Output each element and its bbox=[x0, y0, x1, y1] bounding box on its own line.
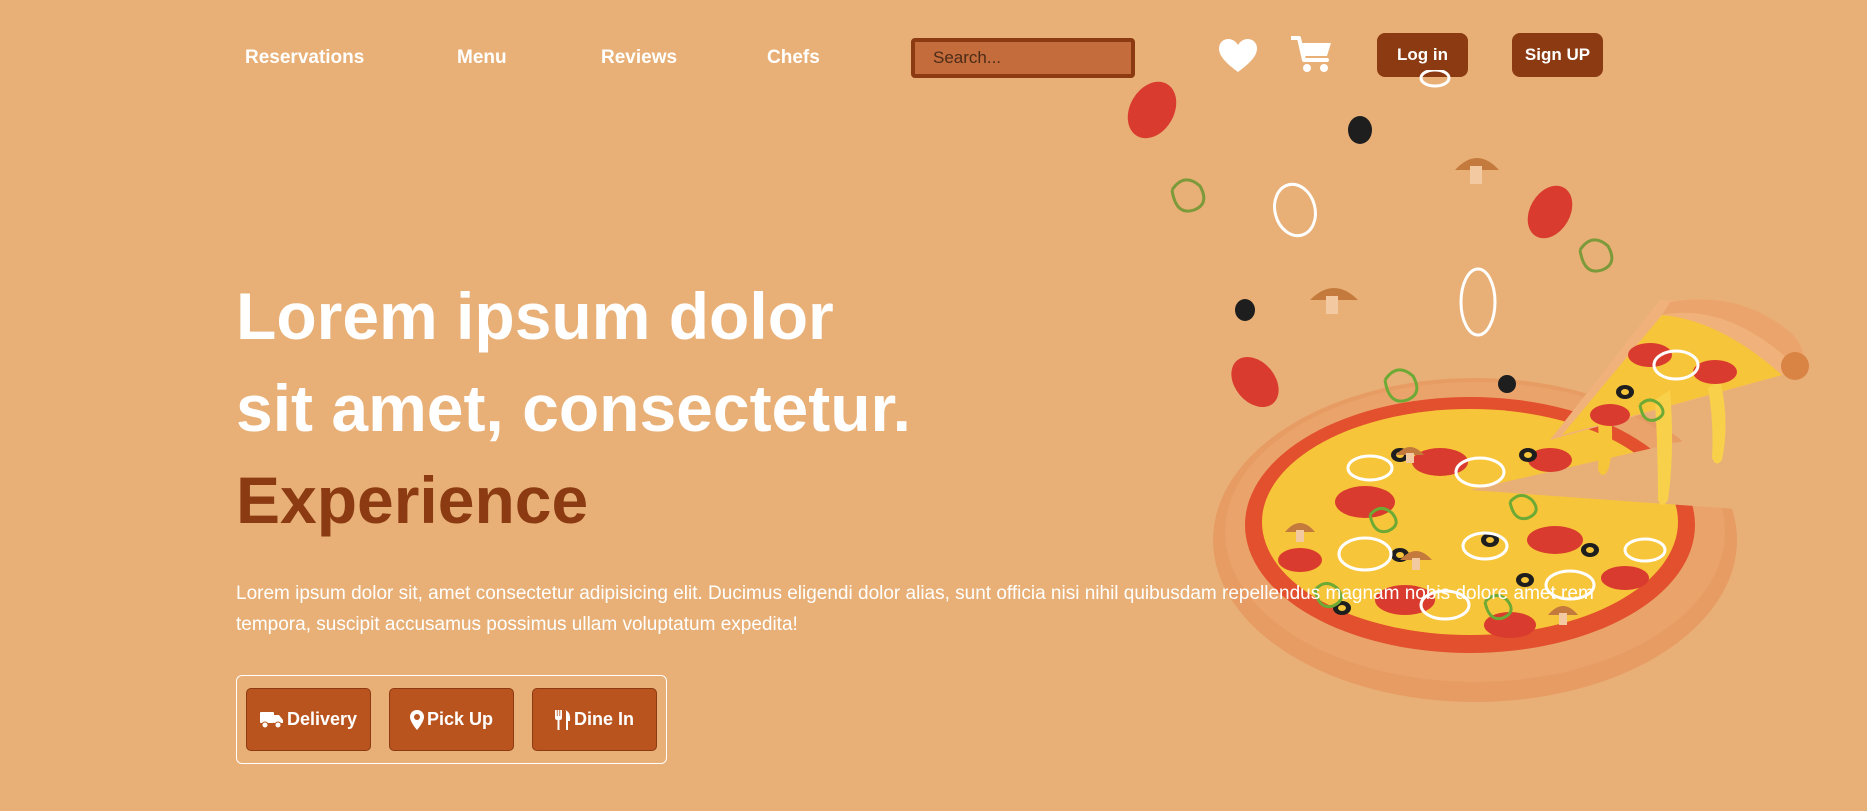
delivery-button[interactable]: Delivery bbox=[246, 688, 371, 751]
hero-title-accent: Experience bbox=[236, 463, 589, 537]
nav-link-reservations[interactable]: Reservations bbox=[245, 47, 364, 69]
hero-title-line-1: Lorem ipsum dolor bbox=[236, 279, 834, 353]
map-pin-icon bbox=[409, 709, 424, 730]
pickup-button[interactable]: Pick Up bbox=[389, 688, 514, 751]
service-options: Delivery Pick Up Dine In bbox=[236, 675, 667, 764]
delivery-label: Delivery bbox=[286, 709, 358, 729]
hero-title-line-2: sit amet, consectetur. bbox=[236, 371, 911, 445]
dine-in-label: Dine In bbox=[573, 709, 634, 729]
search-input[interactable] bbox=[911, 38, 1135, 78]
utensils-icon bbox=[554, 709, 571, 730]
truck-icon bbox=[259, 711, 284, 729]
dine-in-button[interactable]: Dine In bbox=[532, 688, 657, 751]
nav-link-chefs[interactable]: Chefs bbox=[767, 47, 820, 69]
nav-link-menu[interactable]: Menu bbox=[457, 47, 507, 69]
hero-description: Lorem ipsum dolor sit, amet consectetur … bbox=[236, 583, 1594, 635]
pickup-label: Pick Up bbox=[426, 709, 494, 729]
nav-link-reviews[interactable]: Reviews bbox=[601, 47, 677, 69]
